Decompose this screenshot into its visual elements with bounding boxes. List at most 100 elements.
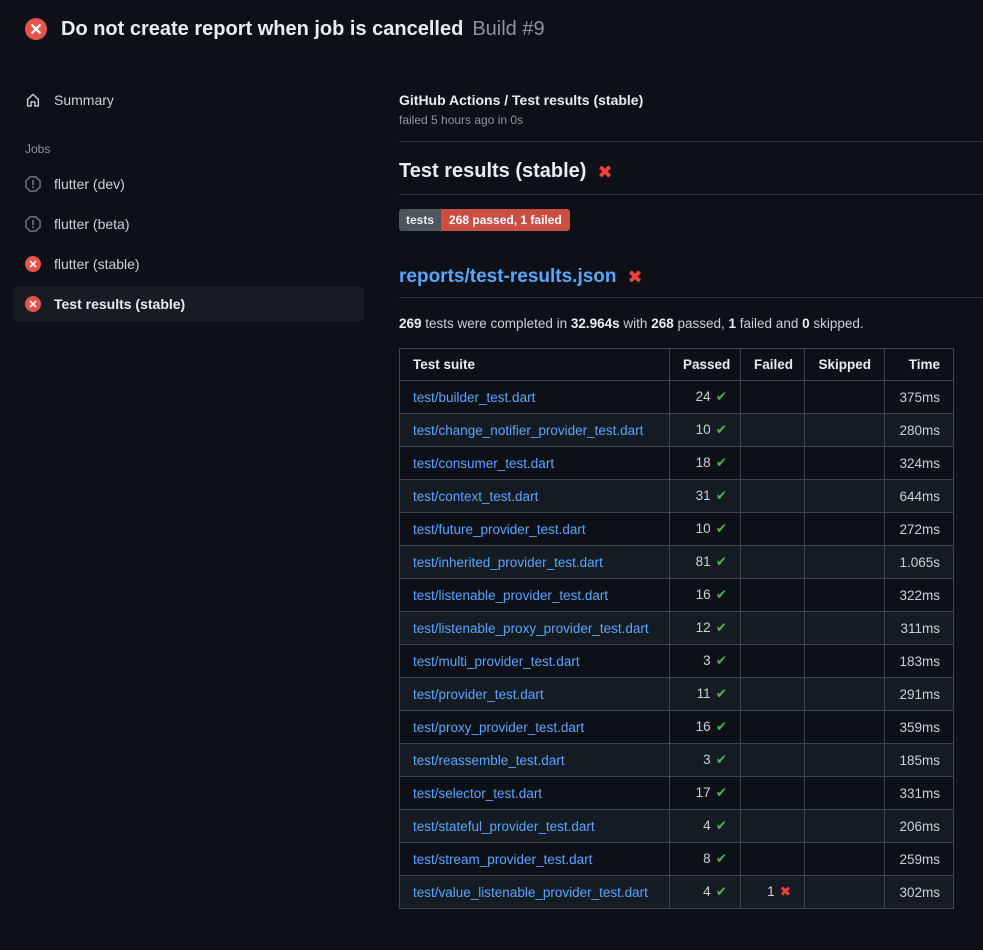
test-suite-link[interactable]: test/future_provider_test.dart <box>413 522 586 537</box>
breadcrumb: GitHub Actions / Test results (stable) <box>399 92 983 108</box>
passed-cell: 31✔ <box>670 480 741 513</box>
column-header-skipped: Skipped <box>805 349 885 381</box>
skipped-cell <box>805 612 885 645</box>
check-icon: ✔ <box>716 653 727 668</box>
failed-cell <box>741 546 805 579</box>
time-cell: 331ms <box>885 777 954 810</box>
summary-duration: 32.964s <box>571 316 620 331</box>
main-content: GitHub Actions / Test results (stable) f… <box>375 56 983 909</box>
cancelled-icon <box>25 176 41 192</box>
failed-cell <box>741 744 805 777</box>
skipped-cell <box>805 876 885 909</box>
suite-cell: test/stream_provider_test.dart <box>400 843 670 876</box>
badge-label: tests <box>399 209 441 231</box>
time-cell: 183ms <box>885 645 954 678</box>
sidebar-job-label: flutter (dev) <box>54 176 125 192</box>
time-cell: 206ms <box>885 810 954 843</box>
passed-cell: 3✔ <box>670 744 741 777</box>
suite-cell: test/inherited_provider_test.dart <box>400 546 670 579</box>
failed-cell <box>741 810 805 843</box>
test-suite-link[interactable]: test/builder_test.dart <box>413 390 535 405</box>
test-results-table: Test suite Passed Failed Skipped Time te… <box>399 348 954 909</box>
test-suite-link[interactable]: test/stream_provider_test.dart <box>413 852 592 867</box>
time-cell: 359ms <box>885 711 954 744</box>
suite-cell: test/provider_test.dart <box>400 678 670 711</box>
passed-cell: 18✔ <box>670 447 741 480</box>
passed-count: 4 <box>703 884 711 899</box>
passed-count: 11 <box>697 686 711 701</box>
passed-cell: 3✔ <box>670 645 741 678</box>
suite-cell: test/consumer_test.dart <box>400 447 670 480</box>
time-cell: 259ms <box>885 843 954 876</box>
sidebar-item-flutter-beta[interactable]: flutter (beta) <box>13 206 364 242</box>
passed-cell: 8✔ <box>670 843 741 876</box>
build-number: Build #9 <box>472 18 544 41</box>
test-suite-link[interactable]: test/stateful_provider_test.dart <box>413 819 595 834</box>
sidebar-item-test-results-stable[interactable]: Test results (stable) <box>13 286 364 322</box>
test-suite-link[interactable]: test/listenable_provider_test.dart <box>413 588 608 603</box>
column-header-time: Time <box>885 349 954 381</box>
sidebar-job-label: flutter (beta) <box>54 216 129 232</box>
passed-cell: 24✔ <box>670 381 741 414</box>
run-meta: failed 5 hours ago in 0s <box>399 113 983 127</box>
time-cell: 375ms <box>885 381 954 414</box>
test-suite-link[interactable]: test/change_notifier_provider_test.dart <box>413 423 643 438</box>
test-suite-link[interactable]: test/listenable_proxy_provider_test.dart <box>413 621 649 636</box>
failed-count: 1 <box>767 884 775 899</box>
failed-cell <box>741 579 805 612</box>
cross-icon: ✖ <box>780 884 791 899</box>
test-suite-link[interactable]: test/context_test.dart <box>413 489 538 504</box>
failed-cell <box>741 414 805 447</box>
test-suite-link[interactable]: test/inherited_provider_test.dart <box>413 555 603 570</box>
skipped-cell <box>805 447 885 480</box>
table-row: test/provider_test.dart11✔291ms <box>400 678 954 711</box>
sidebar-item-summary[interactable]: Summary <box>13 82 364 118</box>
summary-passed: 268 <box>651 316 674 331</box>
passed-count: 4 <box>703 818 711 833</box>
time-cell: 272ms <box>885 513 954 546</box>
column-header-test-suite: Test suite <box>400 349 670 381</box>
summary-text: passed, <box>674 316 729 331</box>
table-row: test/listenable_proxy_provider_test.dart… <box>400 612 954 645</box>
table-row: test/future_provider_test.dart10✔272ms <box>400 513 954 546</box>
test-suite-link[interactable]: test/multi_provider_test.dart <box>413 654 580 669</box>
test-suite-link[interactable]: test/selector_test.dart <box>413 786 542 801</box>
divider <box>399 141 983 142</box>
home-icon <box>25 92 41 108</box>
summary-line: 269 tests were completed in 32.964s with… <box>399 316 983 331</box>
check-icon: ✔ <box>716 422 727 437</box>
report-file-link[interactable]: reports/test-results.json <box>399 266 617 288</box>
test-suite-link[interactable]: test/value_listenable_provider_test.dart <box>413 885 648 900</box>
failed-cell <box>741 513 805 546</box>
check-icon: ✔ <box>716 785 727 800</box>
suite-cell: test/future_provider_test.dart <box>400 513 670 546</box>
time-cell: 311ms <box>885 612 954 645</box>
column-header-failed: Failed <box>741 349 805 381</box>
test-suite-link[interactable]: test/reassemble_test.dart <box>413 753 565 768</box>
passed-count: 17 <box>696 785 711 800</box>
check-icon: ✔ <box>716 587 727 602</box>
test-suite-link[interactable]: test/provider_test.dart <box>413 687 544 702</box>
failed-cell <box>741 381 805 414</box>
check-icon: ✔ <box>716 554 727 569</box>
summary-text: skipped. <box>810 316 864 331</box>
check-icon: ✔ <box>716 389 727 404</box>
table-row: test/builder_test.dart 24✔ 375ms <box>400 381 954 414</box>
sidebar-item-flutter-dev[interactable]: flutter (dev) <box>13 166 364 202</box>
skipped-cell <box>805 546 885 579</box>
passed-cell: 4✔ <box>670 876 741 909</box>
test-suite-link[interactable]: test/consumer_test.dart <box>413 456 554 471</box>
badge-value: 268 passed, 1 failed <box>441 209 570 231</box>
sidebar-item-flutter-stable[interactable]: flutter (stable) <box>13 246 364 282</box>
test-suite-link[interactable]: test/proxy_provider_test.dart <box>413 720 584 735</box>
summary-skipped: 0 <box>802 316 810 331</box>
suite-cell: test/listenable_provider_test.dart <box>400 579 670 612</box>
page-title: Do not create report when job is cancell… <box>61 18 545 41</box>
failed-cross-icon: ✖ <box>597 163 612 181</box>
passed-count: 12 <box>696 620 711 635</box>
passed-cell: 10✔ <box>670 414 741 447</box>
table-row: test/inherited_provider_test.dart81✔1.06… <box>400 546 954 579</box>
time-cell: 302ms <box>885 876 954 909</box>
skipped-cell <box>805 711 885 744</box>
passed-count: 10 <box>696 521 711 536</box>
